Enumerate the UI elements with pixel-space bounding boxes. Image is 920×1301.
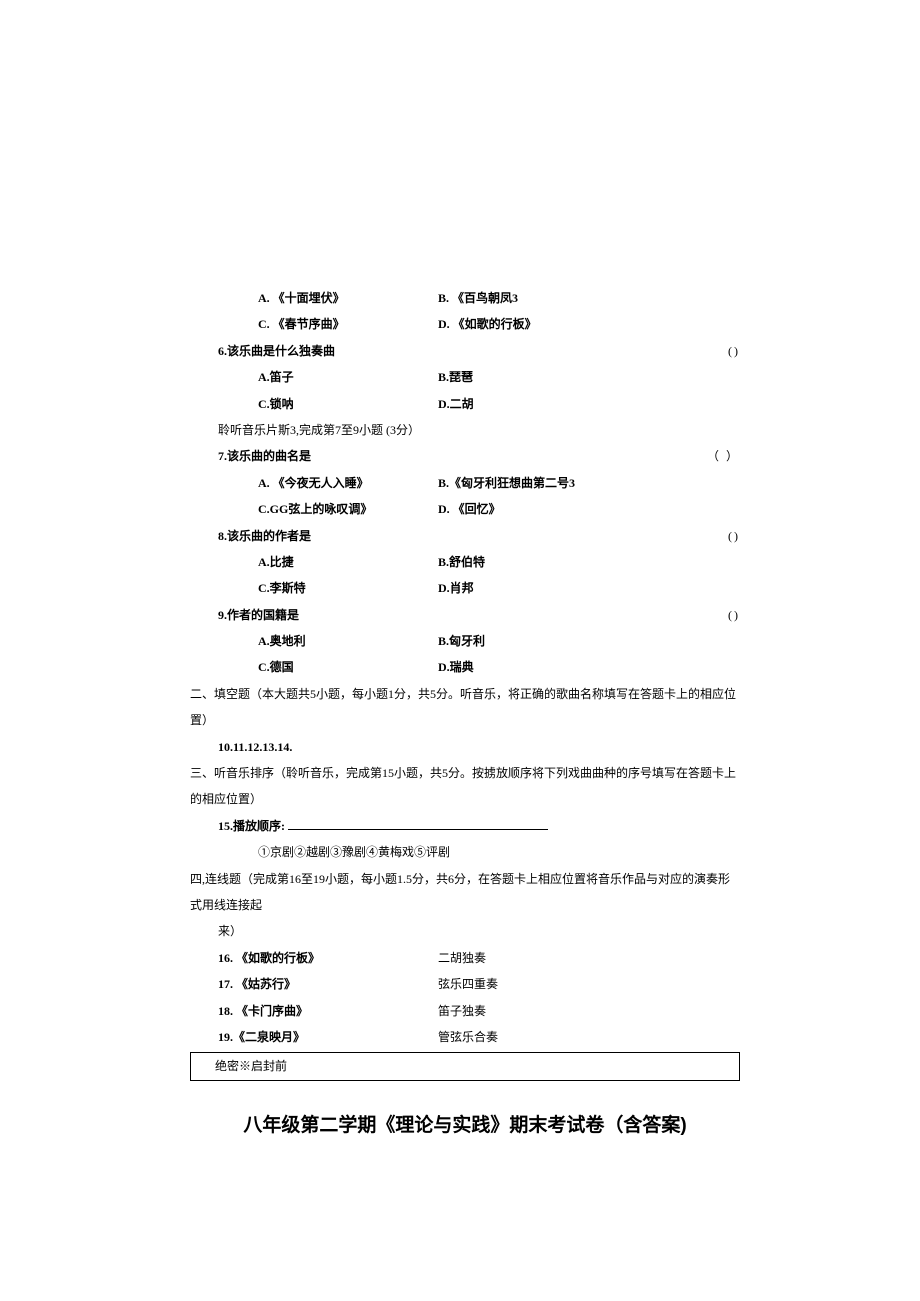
q10-14: 10.11.12.13.14. [218, 734, 740, 760]
q9-option-b: B.匈牙利 [438, 628, 485, 654]
section-4-cont: 来） [218, 918, 740, 944]
q19-row: 19.《二泉映月》 管弦乐合奏 [218, 1024, 740, 1050]
q17-left: 17. 《姑苏行》 [218, 971, 438, 997]
q9-options-ab: A.奥地利 B.匈牙利 [258, 628, 740, 654]
q6-paren: () [728, 338, 740, 364]
q7-option-d: D. 《回忆》 [438, 496, 501, 522]
q5-option-a: A. 《十面埋伏》 [258, 285, 438, 311]
q9-paren: () [728, 602, 740, 628]
q16-right: 二胡独奏 [438, 945, 486, 971]
q18-right: 笛子独奏 [438, 998, 486, 1024]
q15-label: 15.播放顺序: [218, 819, 288, 833]
q5-option-c: C. 《春节序曲》 [258, 311, 438, 337]
q19-right: 管弦乐合奏 [438, 1024, 498, 1050]
q16-row: 16. 《如歌的行板》 二胡独奏 [218, 945, 740, 971]
q18-left: 18. 《卡门序曲》 [218, 998, 438, 1024]
q8-option-d: D.肖邦 [438, 575, 474, 601]
q9-stem-row: 9.作者的国籍是 () [218, 602, 740, 628]
q6-option-d: D.二胡 [438, 391, 474, 417]
q6-stem: 6.该乐曲是什么独奏曲 [218, 338, 335, 364]
q8-option-a: A.比捷 [258, 549, 438, 575]
q15-items: ①京剧②越剧③豫剧④黄梅戏⑤评剧 [258, 839, 740, 865]
q6-stem-row: 6.该乐曲是什么独奏曲 () [218, 338, 740, 364]
q8-paren: () [728, 523, 740, 549]
q17-right: 弦乐四重奏 [438, 971, 498, 997]
q5-options-cd: C. 《春节序曲》 D. 《如歌的行板》 [258, 311, 740, 337]
q15-row: 15.播放顺序: [218, 813, 740, 839]
section-2-heading: 二、填空题（本大题共5小题，每小题1分，共5分。听音乐，将正确的歌曲名称填写在答… [190, 681, 740, 734]
listen-heading-3: 聆听音乐片斯3,完成第7至9小题 (3分） [218, 417, 740, 443]
q15-blank [288, 816, 548, 830]
q9-option-a: A.奥地利 [258, 628, 438, 654]
q7-option-a: A. 《今夜无人入睡》 [258, 470, 438, 496]
q6-option-b: B.琵琶 [438, 364, 473, 390]
section-4-heading: 四,连线题（完成第16至19小题，每小题1.5分，共6分，在答题卡上相应位置将音… [190, 866, 740, 919]
q7-options-ab: A. 《今夜无人入睡》 B.《匈牙利狂想曲第二号3 [258, 470, 740, 496]
q8-stem: 8.该乐曲的作者是 [218, 523, 311, 549]
page-title: 八年级第二学期《理论与实践》期末考试卷（含答案) [190, 1105, 740, 1147]
q5-options-ab: A. 《十面埋伏》 B. 《百鸟朝凤3 [258, 285, 740, 311]
q19-left: 19.《二泉映月》 [218, 1024, 438, 1050]
section-3-heading: 三、听音乐排序（聆听音乐，完成第15小题，共5分。按掳放顺序将下列戏曲曲种的序号… [190, 760, 740, 813]
q9-stem: 9.作者的国籍是 [218, 602, 299, 628]
q8-option-b: B.舒伯特 [438, 549, 485, 575]
q7-paren: （ ） [707, 443, 740, 469]
q7-options-cd: C.GG弦上的咏叹调》 D. 《回忆》 [258, 496, 740, 522]
q6-options-ab: A.笛子 B.琵琶 [258, 364, 740, 390]
q17-row: 17. 《姑苏行》 弦乐四重奏 [218, 971, 740, 997]
q6-option-a: A.笛子 [258, 364, 438, 390]
q16-left: 16. 《如歌的行板》 [218, 945, 438, 971]
q5-option-d: D. 《如歌的行板》 [438, 311, 537, 337]
q6-options-cd: C.锁呐 D.二胡 [258, 391, 740, 417]
q7-stem: 7.该乐曲的曲名是 [218, 443, 311, 469]
q8-option-c: C.李斯特 [258, 575, 438, 601]
q8-stem-row: 8.该乐曲的作者是 () [218, 523, 740, 549]
q18-row: 18. 《卡门序曲》 笛子独奏 [218, 998, 740, 1024]
sealed-label: 绝密※启封前 [215, 1059, 287, 1073]
q9-option-d: D.瑞典 [438, 654, 474, 680]
q7-option-c: C.GG弦上的咏叹调》 [258, 496, 438, 522]
q7-option-b: B.《匈牙利狂想曲第二号3 [438, 470, 575, 496]
q9-options-cd: C.德国 D.瑞典 [258, 654, 740, 680]
q7-stem-row: 7.该乐曲的曲名是 （ ） [218, 443, 740, 469]
q9-option-c: C.德国 [258, 654, 438, 680]
q5-option-b: B. 《百鸟朝凤3 [438, 285, 518, 311]
q8-options-ab: A.比捷 B.舒伯特 [258, 549, 740, 575]
sealed-box: 绝密※启封前 [190, 1052, 740, 1080]
q6-option-c: C.锁呐 [258, 391, 438, 417]
q8-options-cd: C.李斯特 D.肖邦 [258, 575, 740, 601]
